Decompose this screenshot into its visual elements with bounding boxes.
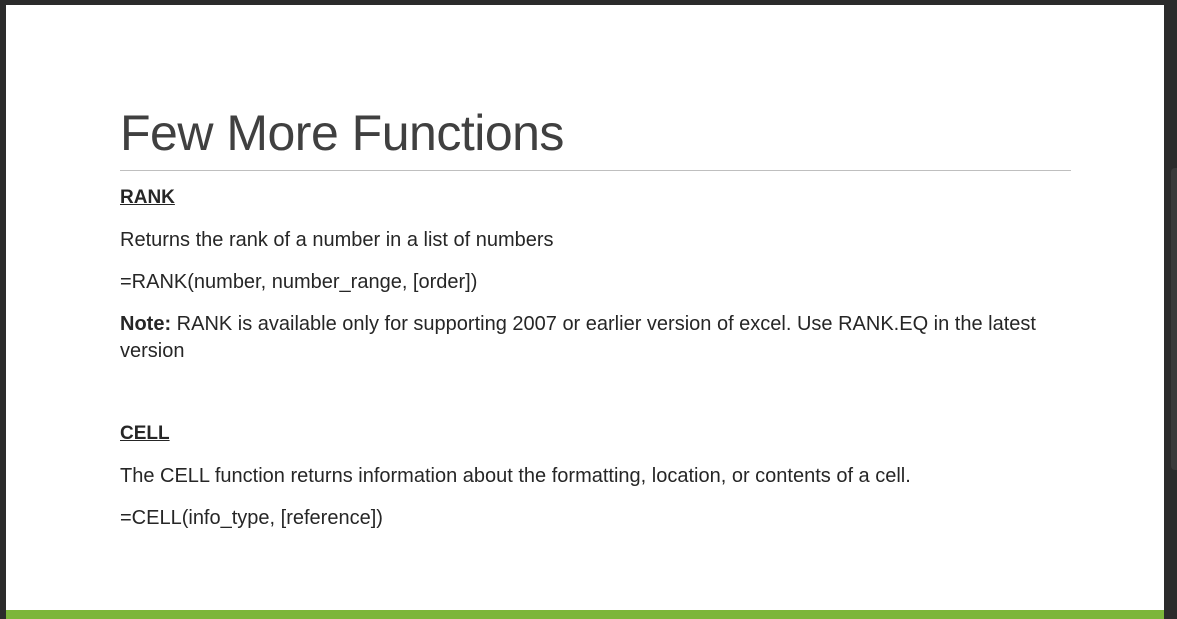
cell-description: The CELL function returns information ab… <box>120 465 911 487</box>
note-text: RANK is available only for supporting 20… <box>120 313 1036 362</box>
slide: Few More Functions RANK Returns the rank… <box>6 5 1164 619</box>
rank-note: Note: RANK is available only for support… <box>120 311 1070 365</box>
viewer-stage: Few More Functions RANK Returns the rank… <box>0 0 1177 619</box>
section-heading-rank: RANK <box>120 187 175 208</box>
rank-syntax: =RANK(number, number_range, [order]) <box>120 271 478 293</box>
slide-body: RANK Returns the rank of a number in a l… <box>120 185 1070 547</box>
accent-bar <box>6 610 1164 619</box>
rank-description: Returns the rank of a number in a list o… <box>120 229 554 251</box>
title-divider <box>120 170 1071 171</box>
section-heading-cell: CELL <box>120 423 170 444</box>
note-label: Note: <box>120 313 172 335</box>
cell-syntax: =CELL(info_type, [reference]) <box>120 507 383 529</box>
side-panel-handle[interactable] <box>1171 168 1177 470</box>
slide-title: Few More Functions <box>120 105 564 161</box>
